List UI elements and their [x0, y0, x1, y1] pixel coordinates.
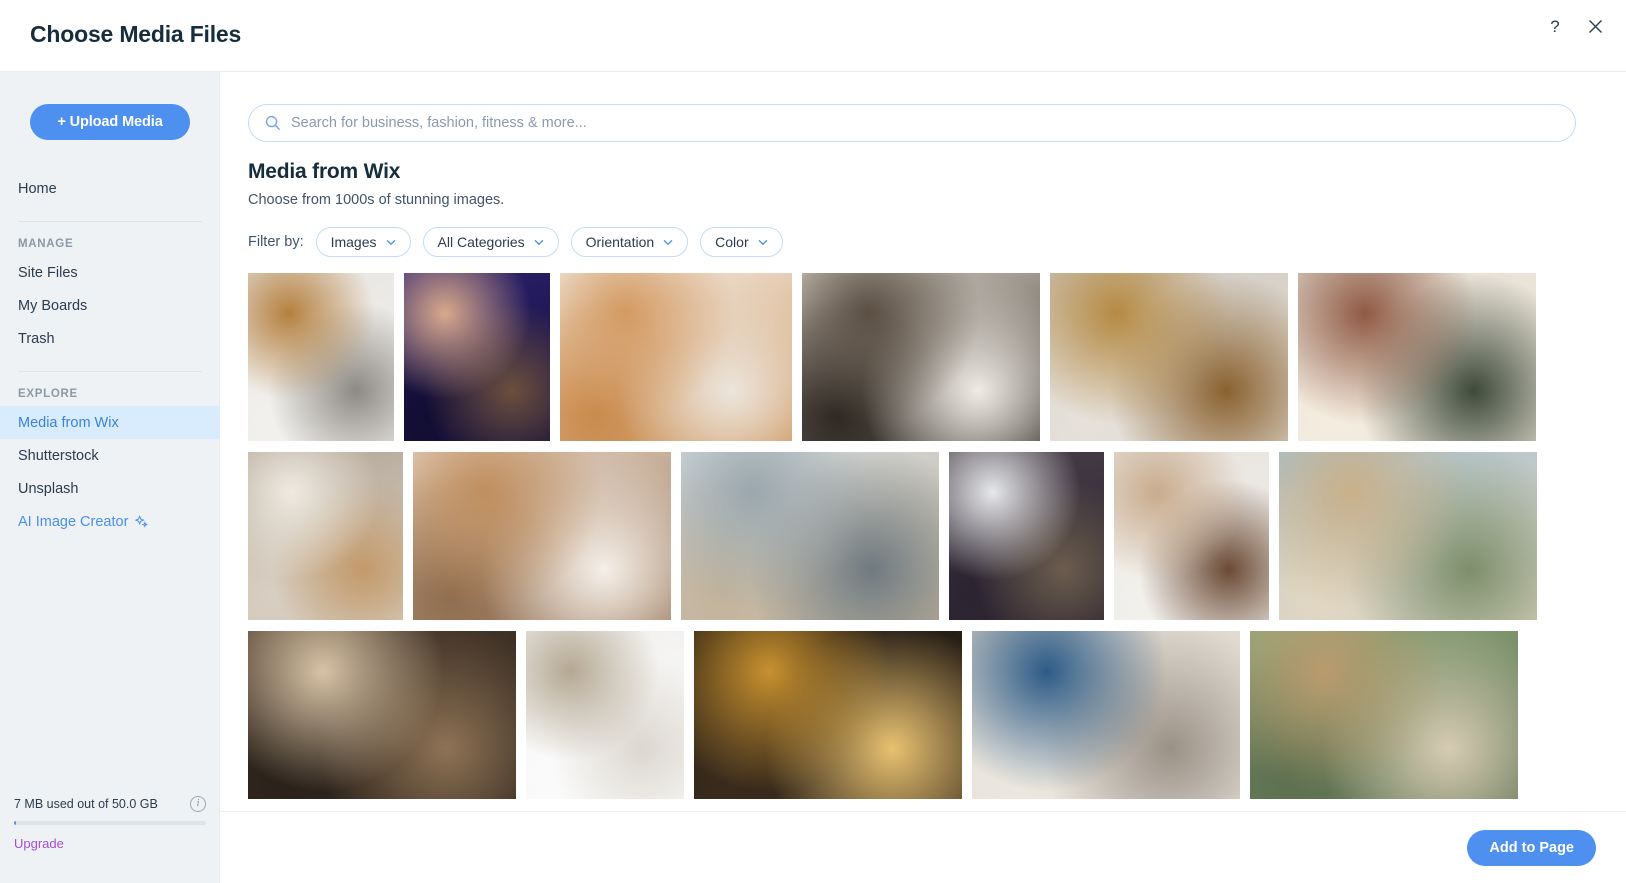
main-panel: Media from Wix Choose from 1000s of stun…: [220, 72, 1626, 883]
storage-progress-bar: [14, 821, 206, 825]
filter-chip-label: Images: [330, 234, 377, 250]
search-input[interactable]: [291, 115, 1559, 131]
sidebar-item-label: Unsplash: [18, 480, 79, 497]
sidebar-item-media-from-wix[interactable]: Media from Wix: [0, 406, 220, 439]
search-box[interactable]: [248, 104, 1576, 142]
filter-chip-images[interactable]: Images: [315, 227, 411, 257]
media-thumbnail[interactable]: [413, 452, 671, 620]
sidebar-item-label: Shutterstock: [18, 447, 99, 464]
media-picker-dialog: Choose Media Files ? + Upload Media Home…: [0, 0, 1626, 883]
page-title: Choose Media Files: [30, 21, 242, 47]
media-thumbnail[interactable]: [1250, 631, 1518, 799]
sidebar-item-label: Media from Wix: [18, 414, 119, 431]
sidebar-item-label: My Boards: [18, 297, 88, 314]
filter-by-label: Filter by:: [248, 234, 304, 250]
search-bar: [248, 104, 1576, 142]
sidebar-nav: Home MANAGE Site Files My Boards Trash E…: [0, 172, 220, 538]
sidebar-item-label: AI Image Creator: [18, 513, 129, 530]
sidebar-item-trash[interactable]: Trash: [0, 322, 220, 355]
image-grid: [220, 273, 1626, 810]
add-to-page-button[interactable]: Add to Page: [1467, 830, 1596, 866]
media-thumbnail[interactable]: [1279, 452, 1537, 620]
sidebar-group-explore: EXPLORE: [18, 388, 78, 400]
chevron-down-icon: [663, 239, 673, 246]
sidebar-item-site-files[interactable]: Site Files: [0, 256, 220, 289]
storage-text: 7 MB used out of 50.0 GB: [14, 797, 158, 811]
filter-bar: Filter by: Images All Categories Orienta…: [248, 227, 783, 257]
sidebar-item-unsplash[interactable]: Unsplash: [0, 472, 220, 505]
filter-chip-orientation[interactable]: Orientation: [570, 227, 689, 257]
sidebar-divider-1: [18, 221, 202, 222]
sparkle-icon: [135, 515, 149, 528]
sidebar-item-my-boards[interactable]: My Boards: [0, 289, 220, 322]
section-heading: Media from Wix: [248, 160, 401, 183]
sidebar: + Upload Media Home MANAGE Site Files My…: [0, 72, 220, 883]
dialog-titlebar: Choose Media Files ?: [0, 0, 1626, 72]
sidebar-item-shutterstock[interactable]: Shutterstock: [0, 439, 220, 472]
media-thumbnail[interactable]: [949, 452, 1104, 620]
info-icon[interactable]: i: [190, 796, 206, 812]
image-grid-row: [220, 631, 1626, 799]
sidebar-item-label: Site Files: [18, 264, 78, 281]
filter-chip-label: All Categories: [437, 234, 525, 250]
search-icon: [265, 115, 281, 131]
sidebar-item-label: Home: [18, 180, 57, 197]
section-subheading: Choose from 1000s of stunning images.: [248, 192, 505, 208]
media-thumbnail[interactable]: [681, 452, 939, 620]
titlebar-actions: ?: [1538, 9, 1612, 43]
filter-chip-all-categories[interactable]: All Categories: [422, 227, 559, 257]
question-mark-glyph: ?: [1550, 16, 1560, 36]
storage-row: 7 MB used out of 50.0 GB i: [14, 796, 206, 812]
dialog-footer: Add to Page: [220, 811, 1626, 883]
media-thumbnail[interactable]: [1050, 273, 1288, 441]
media-thumbnail[interactable]: [1114, 452, 1269, 620]
media-thumbnail[interactable]: [560, 273, 792, 441]
filter-chip-label: Color: [715, 234, 749, 250]
upgrade-link[interactable]: Upgrade: [14, 836, 64, 851]
storage-status: 7 MB used out of 50.0 GB i Upgrade: [0, 796, 220, 853]
media-thumbnail[interactable]: [404, 273, 550, 441]
image-grid-row: [220, 452, 1626, 620]
media-thumbnail[interactable]: [802, 273, 1040, 441]
filter-chip-label: Orientation: [585, 234, 655, 250]
media-thumbnail[interactable]: [526, 631, 684, 799]
media-thumbnail[interactable]: [694, 631, 962, 799]
chevron-down-icon: [758, 239, 768, 246]
help-icon[interactable]: ?: [1538, 9, 1572, 43]
sidebar-item-home[interactable]: Home: [0, 172, 220, 205]
close-icon[interactable]: [1578, 9, 1612, 43]
image-grid-row: [220, 273, 1626, 441]
sidebar-item-ai-image-creator[interactable]: AI Image Creator: [0, 505, 220, 538]
storage-progress-fill: [14, 821, 16, 825]
sidebar-divider-2: [18, 371, 202, 372]
chevron-down-icon: [386, 239, 396, 246]
media-thumbnail[interactable]: [1298, 273, 1536, 441]
sidebar-group-manage: MANAGE: [18, 238, 74, 250]
media-thumbnail[interactable]: [972, 631, 1240, 799]
media-thumbnail[interactable]: [248, 452, 403, 620]
upload-media-button[interactable]: + Upload Media: [30, 104, 190, 140]
chevron-down-icon: [534, 239, 544, 246]
media-thumbnail[interactable]: [248, 631, 516, 799]
sidebar-item-label: Trash: [18, 330, 55, 347]
filter-chip-color[interactable]: Color: [700, 227, 783, 257]
media-thumbnail[interactable]: [248, 273, 394, 441]
